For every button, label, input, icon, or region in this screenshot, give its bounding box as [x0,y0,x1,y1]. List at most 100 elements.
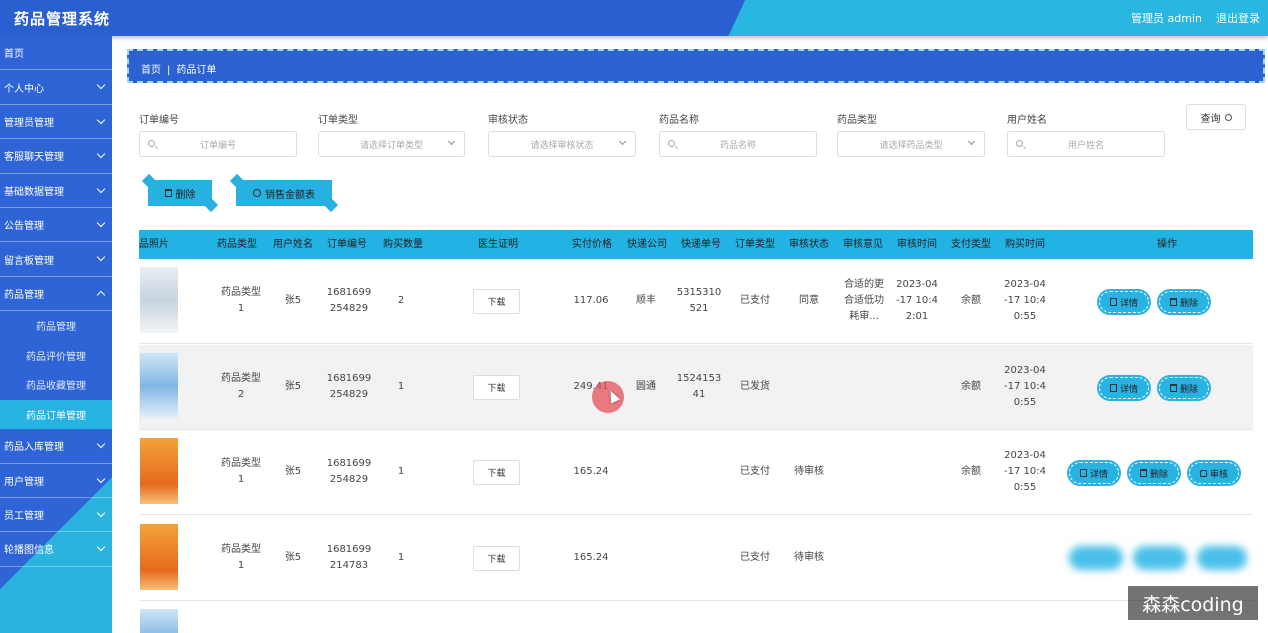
user-name-input[interactable]: 用户姓名 [1007,131,1165,157]
cell-audit-status: 待审核 [794,552,824,563]
drug-name-input[interactable]: 药品名称 [659,131,817,157]
cell-user-name: 张5 [284,466,302,477]
sidebar-item-notice[interactable]: 公告管理 [0,208,112,243]
query-button-label: 查询 [1200,113,1221,125]
cell-order-no: 1681699 254829 [326,458,372,485]
sidebar-subitem-favorite[interactable]: 药品收藏管理 [0,370,112,400]
sidebar-item-profile[interactable]: 个人中心 [0,70,112,105]
order-type-placeholder: 请选择订单类型 [359,140,423,151]
main-content: 首页 | 药品订单 订单编号 订单类型 审核状态 药品名称 药品类型 用户姓名 订单… [112,36,1268,633]
download-button[interactable]: 下载 [473,289,520,314]
sidebar-item-users[interactable]: 用户管理 [0,464,112,498]
audit-button[interactable]: 审核 [1189,462,1239,484]
sidebar-item-label: 基础数据管理 [4,186,64,198]
sidebar-subitem-review[interactable]: 药品评价管理 [0,341,112,371]
table-row: 药品类型 1 张5 1681699 214783 1 下载 165.24 已支付… [139,516,1253,601]
sidebar: 首页 个人中心 管理员管理 客服聊天管理 基础数据管理 公告管理 留言板管理 药… [0,36,112,633]
download-button[interactable]: 下载 [473,375,520,400]
order-no-label: 订单编号 [139,115,179,126]
search-icon [1224,113,1232,121]
col-tracking: 快递单号 [681,239,721,250]
cell-quantity: 1 [397,466,405,477]
audit-label: 审核 [1209,469,1228,480]
user-name-label: 用户姓名 [1007,115,1047,126]
download-label: 下载 [487,298,506,308]
sidebar-item-carousel[interactable]: 轮播图信息 [0,532,112,567]
sales-report-button[interactable]: 销售金额表 [236,180,332,206]
chevron-down-icon [96,81,106,90]
cell-order-type: 已支付 [740,552,770,563]
chevron-up-icon [96,290,106,299]
sales-report-label: 销售金额表 [265,189,315,201]
search-icon [1016,140,1023,147]
trash-icon [1169,298,1177,306]
cell-tracking: 5315310 521 [676,287,722,314]
drug-name-label: 药品名称 [659,115,699,126]
document-icon [1109,298,1117,306]
delete-label: 删除 [1149,469,1168,480]
detail-label: 详情 [1119,384,1138,395]
cell-quantity: 1 [397,552,405,563]
download-button[interactable]: 下载 [473,546,520,571]
audit-status-select[interactable]: 请选择审核状态 [488,131,636,157]
audit-status-placeholder: 请选择审核状态 [530,140,594,151]
col-order-no: 订单编号 [327,239,367,250]
breadcrumb-home[interactable]: 首页 [141,65,161,76]
query-button[interactable]: 查询 [1186,104,1246,130]
sidebar-item-drug[interactable]: 药品管理 [0,277,112,312]
cell-price: 165.24 [573,552,609,563]
drug-type-select[interactable]: 请选择药品类型 [837,131,985,157]
download-label: 下载 [487,384,506,394]
download-label: 下载 [487,469,506,479]
col-drug-type: 药品类型 [217,239,257,250]
blurred-button [1133,546,1187,570]
col-courier: 快递公司 [627,239,667,250]
cell-drug-type: 药品类型 1 [221,458,261,485]
order-type-select[interactable]: 请选择订单类型 [318,131,465,157]
sidebar-item-home[interactable]: 首页 [0,36,112,71]
chevron-down-icon [96,543,106,552]
sidebar-item-admin[interactable]: 管理员管理 [0,105,112,140]
order-no-input[interactable]: 订单编号 [139,131,297,157]
detail-label: 详情 [1119,298,1138,309]
breadcrumb-current: 药品订单 [176,65,217,76]
drug-photo [140,438,178,504]
cell-user-name: 张5 [284,552,302,563]
sidebar-item-label: 用户管理 [4,476,44,488]
delete-button[interactable]: 删除 [1159,291,1209,313]
detail-button[interactable]: 详情 [1099,377,1149,399]
delete-button[interactable]: 删除 [1129,462,1179,484]
sidebar-item-chat[interactable]: 客服聊天管理 [0,139,112,174]
sidebar-subitem-drug[interactable]: 药品管理 [0,311,112,341]
col-buy-time: 购买时间 [1005,239,1045,250]
batch-delete-button[interactable]: 删除 [148,180,212,206]
search-icon [668,140,675,147]
cell-audit-time: 2023-04 -17 10:4 2:01 [896,279,938,322]
chevron-down-icon [96,149,106,159]
document-icon [1079,469,1087,477]
detail-button[interactable]: 详情 [1099,291,1149,313]
table-row [139,601,1253,633]
col-order-type: 订单类型 [735,239,775,250]
cell-order-type: 已支付 [740,466,770,477]
col-photo: 品照片 [139,239,169,250]
cell-courier: 圆通 [636,381,656,392]
sidebar-item-label: 员工管理 [4,511,44,523]
detail-button[interactable]: 详情 [1069,462,1119,484]
breadcrumb: 首页 | 药品订单 [127,49,1265,83]
sidebar-item-message[interactable]: 留言板管理 [0,242,112,277]
sidebar-item-stock[interactable]: 药品入库管理 [0,429,112,464]
sidebar-subitem-order[interactable]: 药品订单管理 [0,399,112,430]
sidebar-item-staff[interactable]: 员工管理 [0,498,112,533]
thumbs-up-icon [1199,469,1207,477]
sidebar-item-basedata[interactable]: 基础数据管理 [0,174,112,208]
logout-link[interactable]: 退出登录 [1216,10,1260,26]
sidebar-item-label: 首页 [4,49,24,61]
col-user-name: 用户姓名 [273,239,313,250]
chevron-down-icon [96,218,106,228]
col-audit-time: 审核时间 [897,239,937,250]
delete-button[interactable]: 删除 [1159,377,1209,399]
detail-label: 详情 [1089,469,1108,480]
download-button[interactable]: 下载 [473,460,520,485]
cell-audit-status: 同意 [799,295,819,306]
